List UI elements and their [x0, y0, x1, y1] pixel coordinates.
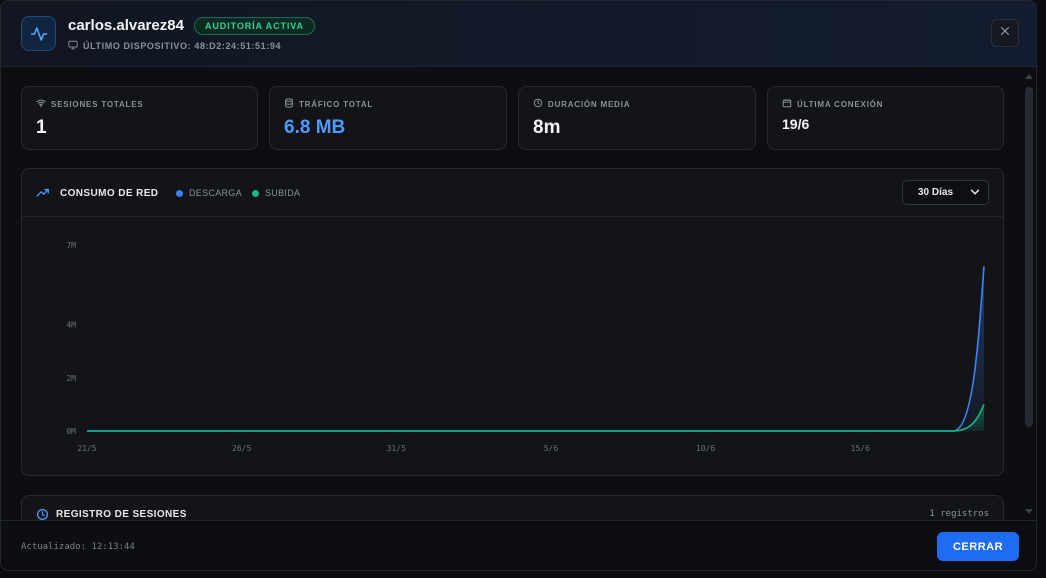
stat-duration: DURACIÓN MEDIA 8m [518, 86, 756, 150]
user-audit-modal: carlos.alvarez84 AUDITORÍA ACTIVA ÚLTIMO… [0, 0, 1037, 571]
calendar-icon [782, 98, 792, 110]
legend-dot [252, 189, 259, 197]
stat-value: 1 [36, 117, 47, 138]
series-area-descarga [87, 266, 984, 431]
last-device-label: ÚLTIMO DISPOSITIVO: 48:D2:24:51:51:94 [83, 41, 282, 51]
stat-value: 6.8 MB [284, 117, 346, 138]
modal-header: carlos.alvarez84 AUDITORÍA ACTIVA ÚLTIMO… [1, 1, 1036, 67]
legend-download: DESCARGA [176, 188, 242, 198]
x-tick-label: 10/6 [696, 444, 715, 453]
status-badge: AUDITORÍA ACTIVA [194, 17, 315, 35]
activity-icon [21, 16, 56, 51]
sessions-count: 1 registros [929, 509, 989, 519]
scroll-thumb[interactable] [1025, 87, 1033, 427]
stat-label: TRÁFICO TOTAL [299, 99, 374, 109]
series-line-descarga [87, 266, 985, 432]
x-tick-label: 31/5 [387, 444, 406, 453]
stat-value: 8m [533, 117, 561, 138]
last-device: ÚLTIMO DISPOSITIVO: 48:D2:24:51:51:94 [68, 40, 281, 52]
stat-sessions: SESIONES TOTALES 1 [21, 86, 258, 150]
y-tick-label: 7M [66, 241, 76, 250]
scrollbar[interactable] [1023, 71, 1035, 519]
trending-up-icon [36, 186, 50, 205]
stat-value: 19/6 [782, 116, 810, 132]
series-layer [87, 266, 985, 432]
legend-label: DESCARGA [189, 188, 242, 198]
database-icon [284, 98, 294, 110]
series-area-subida [87, 404, 984, 431]
close-button[interactable]: CERRAR [937, 532, 1019, 561]
scroll-down-icon[interactable] [1023, 507, 1035, 517]
x-tick-label: 26/5 [232, 444, 251, 453]
chevron-down-icon [968, 185, 982, 208]
stat-label: ÚLTIMA CONEXIÓN [797, 99, 884, 109]
network-chart-card: CONSUMO DE RED DESCARGA SUBIDA 30 Días 0… [21, 168, 1004, 476]
x-tick-label: 5/6 [544, 444, 559, 453]
network-chart: 0M 2M 4M 7M 21/5 26/5 31/5 5/6 10/6 15/6 [66, 241, 985, 453]
stat-label: DURACIÓN MEDIA [548, 99, 631, 109]
monitor-icon [68, 40, 78, 52]
x-tick-label: 21/5 [77, 444, 96, 453]
range-select[interactable]: 30 Días [902, 180, 989, 205]
close-x-button[interactable] [991, 19, 1019, 47]
stat-label: SESIONES TOTALES [51, 99, 144, 109]
y-tick-label: 2M [66, 374, 76, 383]
username: carlos.alvarez84 [68, 17, 184, 34]
x-axis: 21/5 26/5 31/5 5/6 10/6 15/6 [77, 444, 870, 453]
y-tick-label: 4M [66, 321, 76, 330]
legend-dot [176, 189, 183, 197]
x-tick-label: 15/6 [851, 444, 870, 453]
range-select-value: 30 Días [918, 187, 954, 198]
y-tick-label: 0M [66, 427, 76, 436]
close-icon [999, 24, 1011, 42]
updated-time: Actualizado: 12:13:44 [21, 542, 135, 552]
series-line-subida [87, 404, 985, 432]
stat-traffic: TRÁFICO TOTAL 6.8 MB [269, 86, 507, 150]
legend-upload: SUBIDA [252, 188, 300, 198]
scroll-up-icon[interactable] [1023, 71, 1035, 81]
clock-icon [533, 98, 543, 110]
sessions-title: REGISTRO DE SESIONES [56, 509, 187, 520]
stat-last-connection: ÚLTIMA CONEXIÓN 19/6 [767, 86, 1004, 150]
wifi-icon [36, 98, 46, 110]
modal-footer: Actualizado: 12:13:44 CERRAR [1, 520, 1036, 570]
chart-header: CONSUMO DE RED DESCARGA SUBIDA 30 Días [22, 169, 1003, 217]
chart-title: CONSUMO DE RED [60, 188, 159, 199]
y-axis: 0M 2M 4M 7M [66, 241, 76, 436]
legend-label: SUBIDA [265, 188, 301, 198]
